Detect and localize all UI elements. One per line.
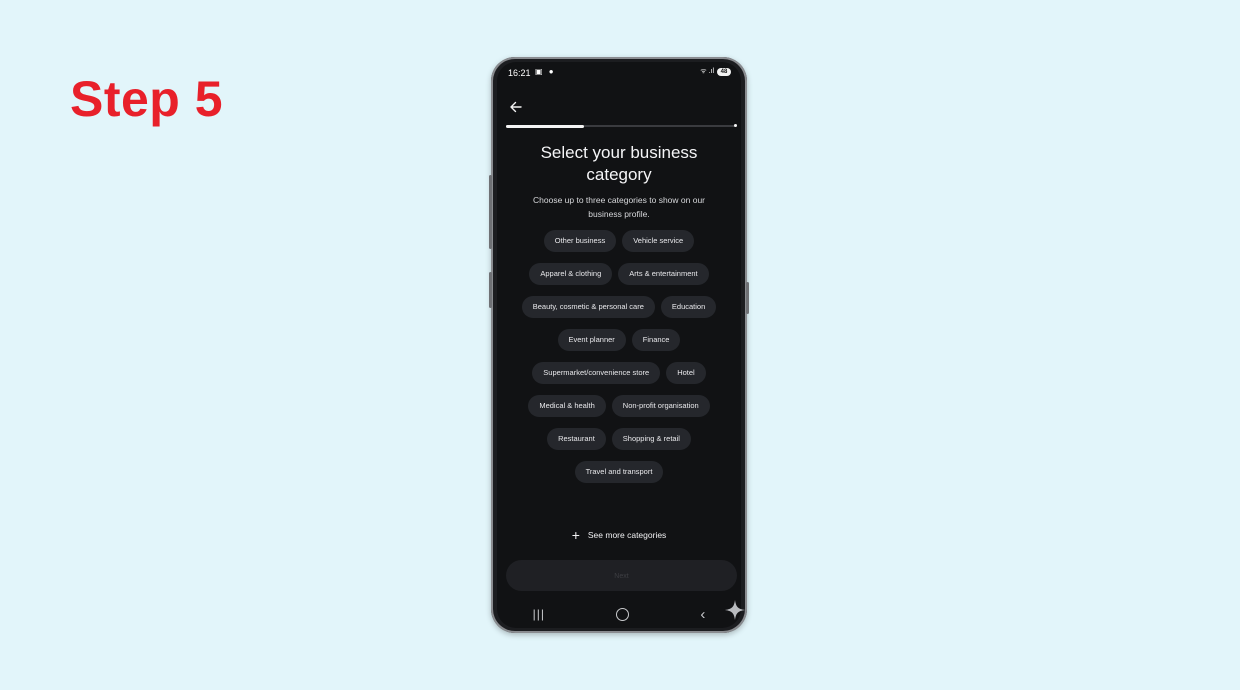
category-chip[interactable]: Travel and transport	[574, 461, 664, 483]
status-icons: ᯤ .ıl 48	[700, 67, 731, 76]
category-row: Supermarket/convenience store Hotel	[532, 362, 706, 384]
category-chip[interactable]: Apparel & clothing	[529, 263, 613, 285]
phone-screen: 16:21 ▣ ● ᯤ .ıl 48 Select your business …	[497, 62, 741, 628]
category-chip[interactable]: Arts & entertainment	[618, 263, 709, 285]
category-chip[interactable]: Shopping & retail	[611, 428, 691, 450]
back-button[interactable]: ‹	[700, 607, 705, 622]
category-row: Event planner Finance	[557, 329, 681, 351]
recent-apps-button[interactable]: |||	[533, 607, 545, 621]
status-bar: 16:21 ▣ ● ᯤ .ıl 48	[497, 62, 741, 80]
step-title: Step 5	[70, 71, 224, 127]
page-title: Select your business category	[540, 143, 698, 184]
progress-bar-fill	[506, 124, 585, 128]
system-nav-bar: ||| ‹	[497, 600, 741, 628]
category-row: Other business Vehicle service	[543, 230, 695, 252]
category-chip[interactable]: Supermarket/convenience store	[532, 362, 661, 384]
power-button	[746, 282, 749, 314]
category-chip[interactable]: Other business	[543, 230, 617, 252]
progress-end-dot	[734, 124, 737, 127]
status-time: 16:21	[508, 68, 531, 78]
page-subtitle: Choose up to three categories to show on…	[533, 195, 705, 219]
category-row: Apparel & clothing Arts & entertainment	[529, 263, 709, 285]
category-chip[interactable]: Finance	[631, 329, 681, 351]
side-button	[489, 272, 492, 308]
category-chip[interactable]: Non-profit organisation	[611, 395, 710, 417]
sparkle-icon	[724, 599, 746, 621]
progress-bar	[506, 124, 737, 128]
category-row: Restaurant Shopping & retail	[547, 428, 691, 450]
battery-icon: 48	[717, 67, 731, 76]
category-chip[interactable]: Medical & health	[528, 395, 606, 417]
category-row: Beauty, cosmetic & personal care Educatio…	[521, 296, 717, 318]
see-more-label: See more categories	[587, 530, 667, 540]
see-more-categories-button[interactable]: + See more categories	[497, 528, 741, 542]
notification-icons: ▣ ●	[535, 67, 556, 76]
category-chip[interactable]: Restaurant	[547, 428, 606, 450]
home-button[interactable]	[616, 607, 630, 621]
category-row: Travel and transport	[574, 461, 664, 483]
phone-frame: 16:21 ▣ ● ᯤ .ıl 48 Select your business …	[489, 57, 749, 633]
next-button[interactable]: Next	[506, 560, 737, 591]
category-chip[interactable]: Beauty, cosmetic & personal care	[521, 296, 655, 318]
category-chip[interactable]: Hotel	[666, 362, 706, 384]
arrow-left-icon[interactable]	[507, 98, 525, 116]
plus-icon: +	[571, 527, 580, 543]
category-chip[interactable]: Vehicle service	[622, 230, 695, 252]
category-chip[interactable]: Education	[660, 296, 717, 318]
signal-icon: ᯤ .ıl	[700, 68, 714, 75]
category-chip[interactable]: Event planner	[557, 329, 626, 351]
category-row: Medical & health Non-profit organisation	[528, 395, 710, 417]
volume-button	[489, 175, 492, 249]
category-chips: Other business Vehicle service Apparel & c…	[503, 230, 735, 483]
